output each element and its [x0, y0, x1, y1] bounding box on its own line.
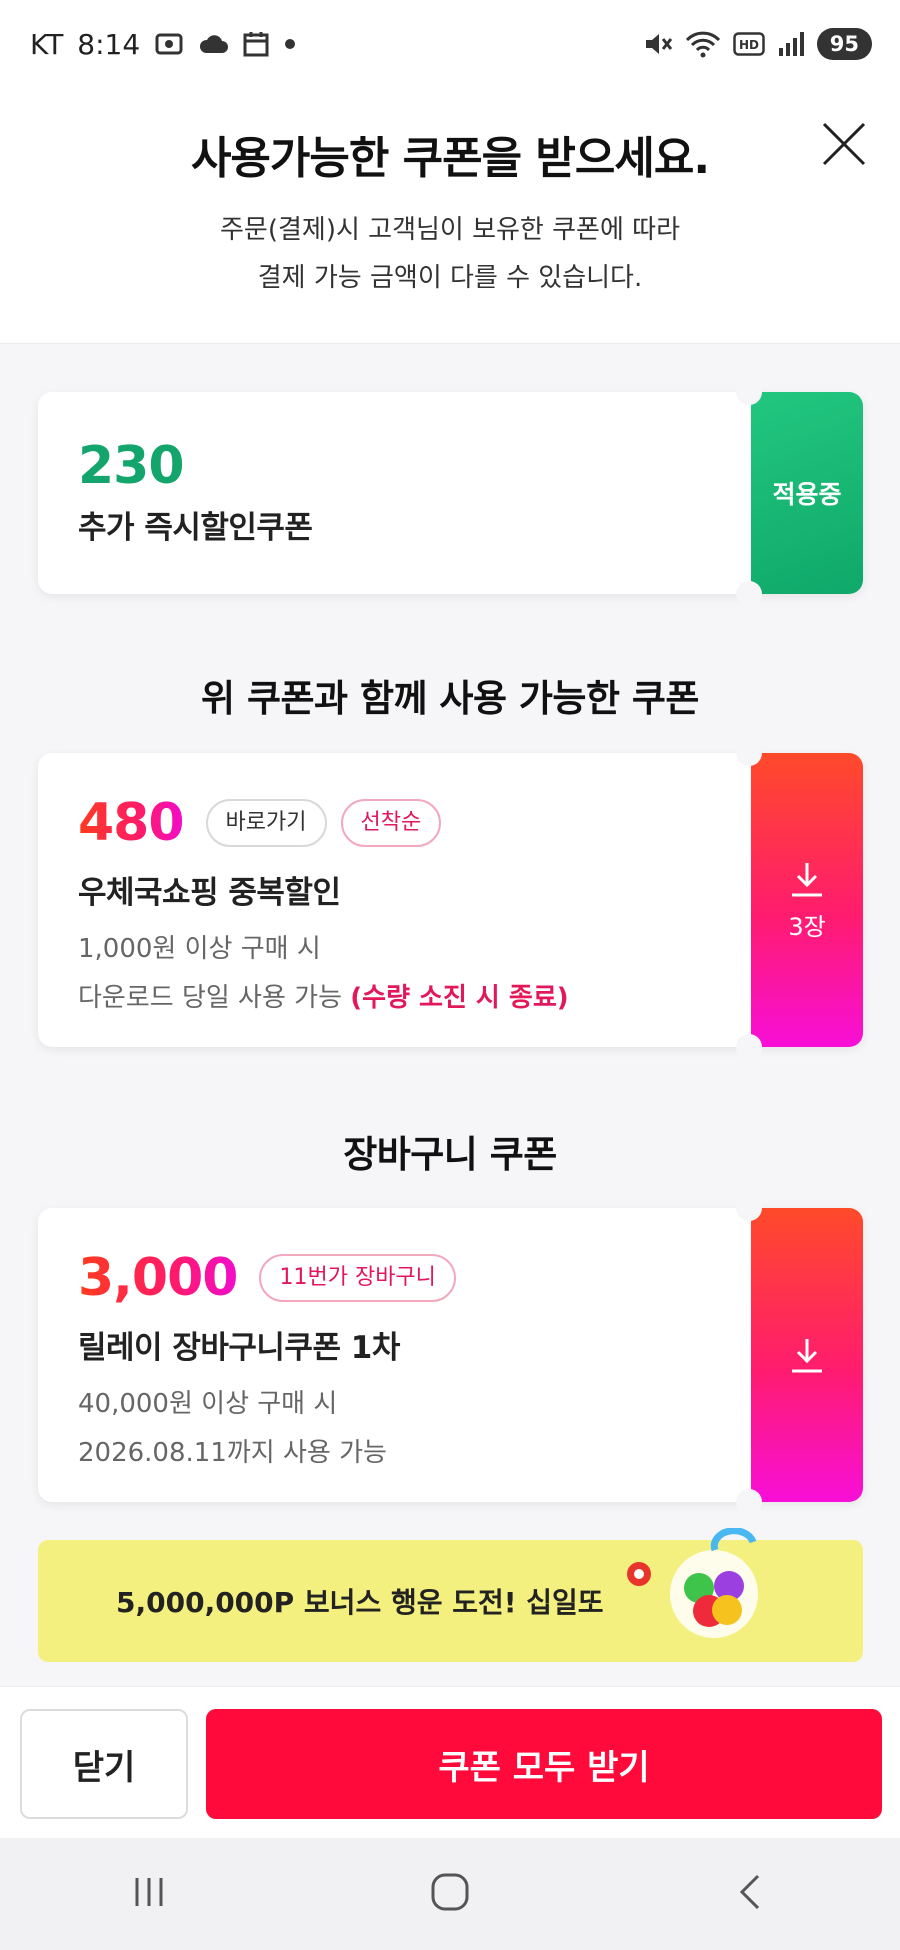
bottom-action-bar: 닫기 쿠폰 모두 받기 [0, 1686, 900, 1838]
system-nav-bar [0, 1838, 900, 1950]
first-come-badge: 선착순 [340, 799, 442, 847]
subtitle-line-1: 주문(결제)시 고객님이 보유한 쿠폰에 따라 [220, 215, 680, 245]
shortcut-tag-button[interactable]: 바로가기 [205, 799, 327, 847]
notch [736, 1195, 762, 1221]
dot-icon [284, 38, 296, 50]
coupon-amount: 230 [78, 436, 185, 496]
coupon-amount: 480 [78, 793, 185, 853]
notch [736, 581, 762, 607]
lottery-balls-icon [627, 1528, 758, 1638]
back-icon [739, 1874, 759, 1910]
home-icon [431, 1873, 469, 1911]
signal-icon [777, 30, 805, 58]
notch [736, 1034, 762, 1060]
close-sheet-button[interactable]: 닫기 [20, 1709, 188, 1819]
clock: 8:14 [77, 27, 141, 61]
calendar-icon [242, 30, 270, 58]
download-icon [792, 862, 822, 896]
mute-icon [643, 30, 673, 58]
notch [736, 1489, 762, 1515]
lottery-banner[interactable]: 5,000,000P 보너스 행운 도전! 십일또 [38, 1528, 863, 1662]
coupon-title: 추가 즉시할인쿠폰 [78, 510, 313, 546]
notch [736, 379, 762, 405]
close-icon [822, 122, 866, 166]
home-button[interactable] [428, 1870, 472, 1918]
coupon-amount: 3,000 [78, 1248, 238, 1308]
close-button[interactable] [818, 118, 870, 170]
download-coupon-button[interactable] [751, 1208, 863, 1502]
svg-text:HD: HD [739, 38, 759, 52]
coupon-condition: 1,000원 이상 구매 시 [78, 934, 321, 964]
recent-apps-button[interactable] [129, 1872, 169, 1916]
recent-apps-icon [135, 1878, 163, 1906]
coupon-title: 우체국쇼핑 중복할인 [78, 875, 341, 911]
validity-text: 다운로드 당일 사용 가능 [78, 983, 342, 1013]
battery-icon: 95 [816, 28, 872, 60]
cart-coupon-tag: 11번가 장바구니 [259, 1254, 456, 1302]
wifi-icon [685, 30, 721, 58]
page-title: 사용가능한 쿠폰을 받으세요. [190, 133, 710, 184]
status-bar: KT 8:14 HD 95 [0, 0, 900, 88]
download-coupon-button[interactable]: 3장 [751, 753, 863, 1047]
coupon-validity: 다운로드 당일 사용 가능 (수량 소진 시 종료) [78, 977, 733, 1014]
download-icon [792, 1339, 822, 1373]
coupon-validity: 2026.08.11까지 사용 가능 [78, 1438, 387, 1468]
coupon-sheet-header: 사용가능한 쿠폰을 받으세요. 주문(결제)시 고객님이 보유한 쿠폰에 따라 … [0, 88, 900, 344]
coupon-condition: 40,000원 이상 구매 시 [78, 1389, 338, 1419]
cloud-icon [198, 33, 229, 55]
coupon-card-applied: 230 추가 즉시할인쿠폰 적용중 [38, 379, 863, 607]
validity-note: (수량 소진 시 종료) [350, 983, 569, 1013]
applied-label: 적용중 [772, 480, 842, 509]
screenshot-icon [154, 30, 184, 58]
notch [736, 740, 762, 766]
page-subtitle: 주문(결제)시 고객님이 보유한 쿠폰에 따라 결제 가능 금액이 다를 수 있… [0, 206, 900, 302]
back-button[interactable] [731, 1872, 771, 1916]
hd-icon: HD [733, 32, 765, 56]
coupon-card-post-office: 480 바로가기 선착순 우체국쇼핑 중복할인 1,000원 이상 구매 시 다… [38, 740, 863, 1060]
coupon-count: 3장 [788, 912, 826, 941]
carrier-label: KT [30, 27, 64, 61]
get-all-coupons-button[interactable]: 쿠폰 모두 받기 [206, 1709, 882, 1819]
coupon-title: 릴레이 장바구니쿠폰 1차 [78, 1330, 400, 1366]
section-title-cart: 장바구니 쿠폰 [343, 1133, 557, 1176]
coupon-card-cart: 3,000 11번가 장바구니 릴레이 장바구니쿠폰 1차 40,000원 이상… [38, 1195, 863, 1515]
subtitle-line-2: 결제 가능 금액이 다를 수 있습니다. [257, 263, 643, 293]
coupon-applied-stub[interactable]: 적용중 [751, 392, 863, 594]
banner-text: 5,000,000P 보너스 행운 도전! 십일또 [116, 1586, 604, 1619]
section-title-combinable: 위 쿠폰과 함께 사용 가능한 쿠폰 [201, 677, 699, 720]
